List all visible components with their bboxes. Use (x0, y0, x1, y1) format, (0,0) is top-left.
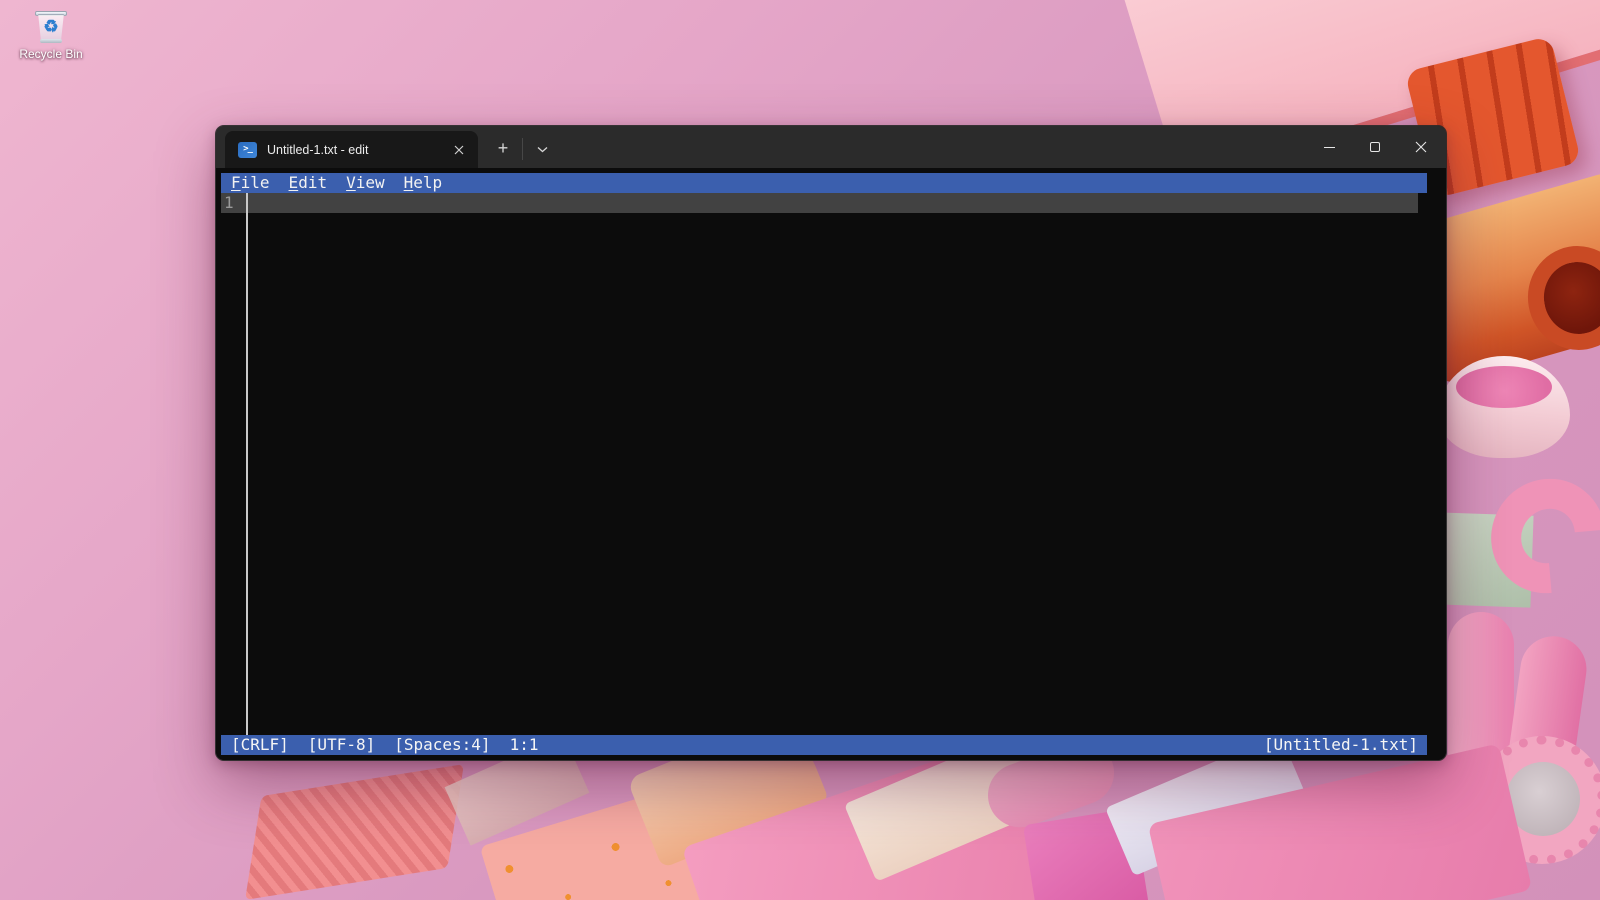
status-bar: [CRLF] [UTF-8] [Spaces:4] 1:1 [Untitled-… (221, 735, 1427, 755)
recycle-bin-icon: ♻ (34, 8, 68, 44)
maximize-button[interactable] (1352, 126, 1398, 168)
powershell-icon: >_ (238, 142, 257, 158)
status-line-ending[interactable]: [CRLF] (231, 735, 289, 755)
text-caret (246, 193, 248, 735)
status-filename[interactable]: [Untitled-1.txt] (1264, 735, 1418, 755)
recycle-symbol-icon: ♻ (34, 15, 68, 39)
maximize-icon (1370, 142, 1380, 152)
tab-dropdown-button[interactable] (528, 134, 556, 164)
desktop: ♻ Recycle Bin >_ Untitled-1.txt - edit + (0, 0, 1600, 900)
close-button[interactable] (1398, 126, 1444, 168)
recycle-bin-base (40, 39, 62, 43)
window-controls (1306, 126, 1444, 168)
tab-separator (522, 138, 523, 160)
menu-file[interactable]: File (231, 173, 270, 193)
minimize-button[interactable] (1306, 126, 1352, 168)
recycle-bin-shortcut[interactable]: ♻ Recycle Bin (12, 8, 90, 61)
status-encoding[interactable]: [UTF-8] (308, 735, 375, 755)
tab-close-icon[interactable] (448, 139, 470, 161)
line-number: 1 (224, 193, 244, 213)
titlebar[interactable]: >_ Untitled-1.txt - edit + (216, 126, 1446, 168)
wallpaper-halfpipe-shape (1448, 612, 1514, 762)
wallpaper-bowl-inner-shape (1456, 366, 1552, 408)
close-icon (1415, 141, 1427, 153)
menu-view[interactable]: View (346, 173, 385, 193)
editor-area[interactable]: 1 (216, 193, 1446, 735)
terminal-window: >_ Untitled-1.txt - edit + (216, 126, 1446, 760)
menu-edit[interactable]: Edit (289, 173, 328, 193)
current-line-highlight (221, 193, 1418, 213)
tab-title: Untitled-1.txt - edit (267, 143, 448, 157)
minimize-icon (1324, 147, 1335, 148)
terminal-content: File Edit View Help 1 [CRLF] [UTF-8] [Sp… (216, 168, 1446, 760)
new-tab-button[interactable]: + (488, 134, 518, 164)
menu-bar: File Edit View Help (221, 173, 1427, 193)
wallpaper-striped-block-shape (245, 764, 464, 900)
status-indentation[interactable]: [Spaces:4] (394, 735, 490, 755)
recycle-bin-label: Recycle Bin (12, 47, 90, 61)
status-cursor-position: 1:1 (510, 735, 539, 755)
menu-help[interactable]: Help (404, 173, 443, 193)
terminal-tab[interactable]: >_ Untitled-1.txt - edit (225, 131, 478, 168)
